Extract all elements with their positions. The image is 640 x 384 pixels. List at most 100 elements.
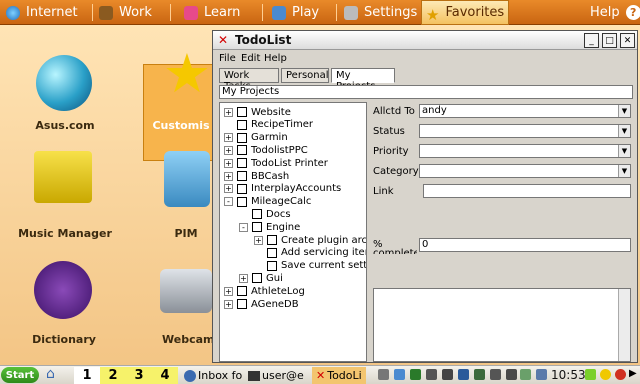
close-button[interactable]: ✕ <box>620 33 635 48</box>
notes-scrollbar[interactable] <box>618 289 630 361</box>
tab-my-projects[interactable]: My Projects <box>331 68 395 92</box>
tree-item[interactable]: RecipeTimer <box>224 119 313 131</box>
maximize-button[interactable]: □ <box>602 33 617 48</box>
tree-item[interactable]: + InterplayAccounts <box>224 183 341 195</box>
collapse-icon[interactable]: - <box>224 197 233 207</box>
workspace-4[interactable]: 4 <box>152 367 178 384</box>
tab-settings[interactable]: Settings <box>344 0 417 25</box>
tree-item[interactable]: + Create plugin arch <box>254 234 366 246</box>
task-checkbox[interactable] <box>252 209 262 220</box>
task-checkbox[interactable] <box>267 260 277 271</box>
wifi-icon[interactable] <box>426 369 437 380</box>
expand-icon[interactable]: + <box>224 145 233 155</box>
task-checkbox[interactable] <box>237 119 247 130</box>
tree-item[interactable]: Docs <box>239 208 291 220</box>
menu-edit[interactable]: Edit <box>241 53 260 64</box>
tab-work[interactable]: Work <box>99 0 152 25</box>
task-terminal[interactable]: user@e <box>248 367 304 384</box>
task-checkbox[interactable] <box>237 183 247 194</box>
tree-item[interactable]: - Engine <box>239 221 300 233</box>
speaker-icon[interactable] <box>506 369 517 380</box>
workspace-1[interactable]: 1 <box>74 367 100 384</box>
tree-item[interactable]: - MileageCalc <box>224 196 311 208</box>
expand-icon[interactable]: + <box>239 273 248 283</box>
battery-icon[interactable] <box>442 369 453 380</box>
bluetooth-icon[interactable] <box>458 369 469 380</box>
shutdown-icon[interactable] <box>615 369 626 380</box>
desktop-icon-asus[interactable]: Asus.com <box>20 55 110 135</box>
tree-item[interactable]: + BBCash <box>224 170 289 182</box>
expand-icon[interactable]: + <box>254 235 263 245</box>
help-button[interactable]: Help ? <box>590 0 640 25</box>
category-select[interactable]: ▼ <box>419 164 631 178</box>
task-checkbox[interactable] <box>237 158 247 169</box>
desktop-icon-webcam[interactable]: Webcam <box>158 265 214 355</box>
allocated-to-select[interactable]: andy ▼ <box>419 104 631 118</box>
expand-icon[interactable]: + <box>224 299 233 309</box>
window-titlebar[interactable]: ✕ TodoList _ □ ✕ <box>213 31 637 50</box>
link-label: Link <box>373 186 394 197</box>
tree-item[interactable]: Add servicing item <box>254 247 366 259</box>
tab-internet[interactable]: Internet <box>6 0 78 25</box>
collapse-icon[interactable]: - <box>239 222 248 232</box>
tree-item[interactable]: + AthleteLog <box>224 285 305 297</box>
taskbar-arrow-icon[interactable]: ▶ <box>629 368 637 379</box>
tree-item[interactable]: + Gui <box>239 272 283 284</box>
task-checkbox[interactable] <box>237 145 247 156</box>
power-mode-icon[interactable] <box>585 369 596 380</box>
network-icon[interactable] <box>394 369 405 380</box>
tab-favorites[interactable]: ★ Favorites <box>421 0 510 25</box>
status-select[interactable]: ▼ <box>419 124 631 138</box>
desktop-icon-pim[interactable]: PIM <box>160 151 212 241</box>
task-checkbox[interactable] <box>237 196 247 207</box>
monitor-icon[interactable] <box>536 369 547 380</box>
expand-icon[interactable]: + <box>224 184 233 194</box>
minimize-button[interactable]: _ <box>584 33 599 48</box>
link-field[interactable] <box>423 184 631 198</box>
tree-item[interactable]: + AGeneDB <box>224 298 299 310</box>
task-checkbox[interactable] <box>237 107 247 117</box>
task-checkbox[interactable] <box>237 299 247 309</box>
tab-learn[interactable]: Learn <box>184 0 240 25</box>
expand-icon[interactable]: + <box>224 286 233 296</box>
tree-item[interactable]: + TodoList Printer <box>224 157 328 169</box>
tab-play[interactable]: Play <box>272 0 319 25</box>
desktop-icon-dictionary[interactable]: Dictionary <box>14 257 114 347</box>
task-checkbox[interactable] <box>237 171 247 181</box>
status-smiley-icon[interactable] <box>600 369 611 380</box>
display-icon[interactable] <box>474 369 485 380</box>
task-inbox[interactable]: Inbox fo <box>184 367 242 384</box>
workspace-3[interactable]: 3 <box>126 367 152 384</box>
expand-icon[interactable]: + <box>224 107 233 117</box>
tree-item[interactable]: + Website <box>224 106 291 118</box>
priority-select[interactable]: ▼ <box>419 144 631 158</box>
task-todolist[interactable]: ✕ TodoLi <box>312 367 366 384</box>
home-icon[interactable]: ⌂ <box>46 366 55 382</box>
task-checkbox[interactable] <box>237 132 247 143</box>
task-checkbox[interactable] <box>252 273 262 284</box>
task-checkbox[interactable] <box>237 286 247 297</box>
tree-item[interactable]: + Garmin <box>224 132 288 144</box>
expand-icon[interactable]: + <box>224 133 233 143</box>
tree-item[interactable]: Save current setti <box>254 260 366 272</box>
menu-help[interactable]: Help <box>264 53 287 64</box>
expand-icon[interactable]: + <box>224 171 233 181</box>
percent-complete-field[interactable]: 0 <box>419 238 631 252</box>
desktop-icon-music-manager[interactable]: Music Manager <box>10 151 120 241</box>
volume-icon[interactable] <box>490 369 501 380</box>
notes-textarea[interactable] <box>373 288 631 362</box>
project-tree[interactable]: + Website RecipeTimer + Garmin + TodolistPPC + T… <box>219 102 367 362</box>
workspace-2[interactable]: 2 <box>100 367 126 384</box>
tab-personal[interactable]: Personal <box>281 68 329 83</box>
task-checkbox[interactable] <box>267 235 277 245</box>
keyboard-icon[interactable] <box>410 369 421 380</box>
tab-work-tasks[interactable]: Work Tasks <box>219 68 279 92</box>
task-checkbox[interactable] <box>267 247 277 258</box>
expand-icon[interactable]: + <box>224 158 233 168</box>
tree-item[interactable]: + TodolistPPC <box>224 144 308 156</box>
menu-file[interactable]: File <box>219 53 236 64</box>
tray-app-icon[interactable] <box>378 369 389 380</box>
start-button[interactable]: Start <box>1 367 39 383</box>
task-checkbox[interactable] <box>252 222 262 233</box>
usb-icon[interactable] <box>520 369 531 380</box>
